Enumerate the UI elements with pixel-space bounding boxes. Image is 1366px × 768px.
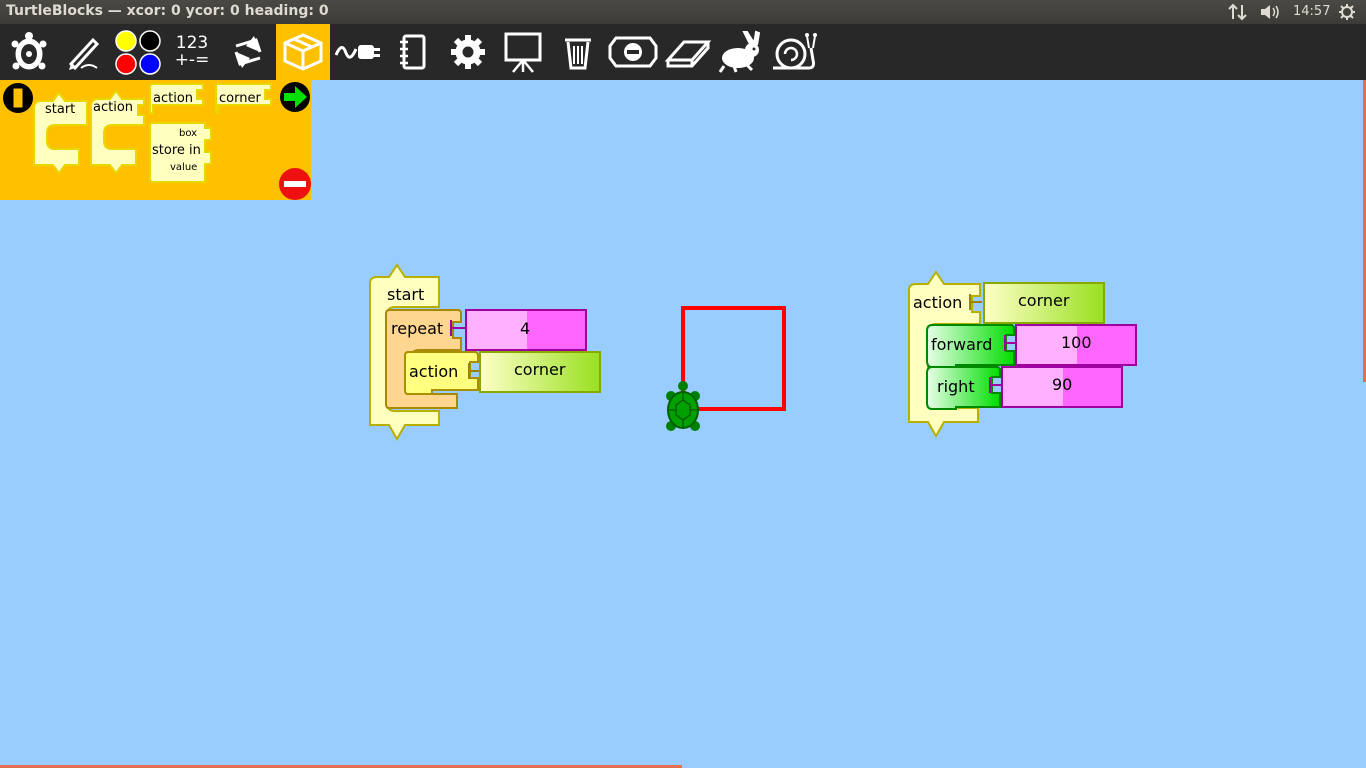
palette-store-in-block[interactable]: box store in value: [149, 122, 215, 190]
palette-action-label: action: [93, 100, 134, 115]
settings-icon[interactable]: [441, 24, 495, 80]
palette-do-action-block[interactable]: action: [149, 83, 207, 119]
numbers-icon[interactable]: 123 +-=: [165, 24, 219, 80]
do-action-arg-value[interactable]: corner: [514, 360, 565, 379]
blocks-palette: start action action corner box store in …: [0, 80, 311, 200]
do-action-arg-block[interactable]: corner: [479, 351, 601, 397]
activity-icon[interactable]: [2, 24, 56, 80]
system-gear-icon[interactable]: [1338, 3, 1356, 25]
palette-remove-icon[interactable]: [278, 167, 312, 205]
run-slow-icon[interactable]: [766, 24, 820, 80]
palette-next-icon[interactable]: [279, 81, 311, 117]
run-fast-icon[interactable]: [711, 24, 765, 80]
forward-value[interactable]: 100: [1061, 333, 1092, 352]
toolbar: 123 +-=: [0, 24, 1366, 80]
colors-icon[interactable]: [110, 24, 164, 80]
volume-icon[interactable]: [1259, 3, 1281, 25]
eraser-icon[interactable]: [661, 24, 715, 80]
blocks-icon[interactable]: [276, 24, 330, 80]
numbers-bottom-label: +-=: [174, 50, 210, 70]
palette-value-label: value: [170, 162, 198, 173]
action-name-value[interactable]: corner: [1018, 291, 1069, 310]
palette-start-label: start: [45, 102, 76, 117]
repeat-count-value[interactable]: 4: [520, 319, 530, 338]
extras-icon[interactable]: [386, 24, 440, 80]
action-name-block[interactable]: corner: [983, 282, 1105, 328]
do-action-label: action: [409, 362, 459, 381]
action-name-connector: [966, 291, 984, 319]
repeat-connector: [447, 316, 467, 346]
action-definition-label: action: [913, 293, 963, 312]
right-value[interactable]: 90: [1052, 375, 1072, 394]
network-icon[interactable]: [1228, 3, 1248, 25]
forward-label: forward: [931, 335, 993, 354]
window-title: TurtleBlocks — xcor: 0 ycor: 0 heading: …: [6, 3, 329, 19]
palette-do-action-label: action: [153, 91, 194, 106]
right-value-block[interactable]: 90: [1001, 366, 1123, 412]
right-label: right: [937, 377, 975, 396]
palette-start-block[interactable]: start: [33, 87, 89, 181]
flow-icon[interactable]: [221, 24, 275, 80]
repeat-label: repeat: [391, 319, 444, 338]
palette-collapse-icon[interactable]: [2, 82, 34, 118]
palette-box-label: box: [179, 128, 198, 139]
presentation-icon[interactable]: [496, 24, 550, 80]
sensors-icon[interactable]: [331, 24, 385, 80]
turtle-canvas: [664, 300, 794, 444]
palette-corner-block[interactable]: corner: [215, 83, 275, 119]
palette-store-in-label: store in: [152, 143, 201, 158]
forward-value-block[interactable]: 100: [1015, 324, 1137, 370]
trash-icon[interactable]: [551, 24, 605, 80]
turtle-icon[interactable]: [666, 381, 700, 431]
pen-icon[interactable]: [56, 24, 110, 80]
window-title-bar: TurtleBlocks — xcor: 0 ycor: 0 heading: …: [0, 0, 1366, 24]
collapse-icon[interactable]: [606, 24, 660, 80]
repeat-count-block[interactable]: 4: [465, 309, 587, 355]
start-label: start: [387, 285, 425, 304]
palette-corner-label: corner: [219, 91, 261, 106]
palette-action-block[interactable]: action: [90, 85, 146, 181]
clock[interactable]: 14:57: [1293, 4, 1330, 19]
